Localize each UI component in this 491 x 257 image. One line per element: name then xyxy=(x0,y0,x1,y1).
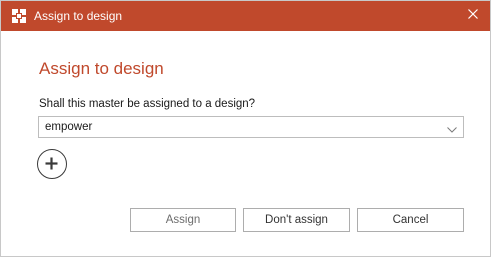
design-select-value: empower xyxy=(45,121,93,133)
design-select[interactable]: empower xyxy=(38,116,464,138)
plus-icon xyxy=(45,157,58,170)
cancel-button[interactable]: Cancel xyxy=(357,208,464,232)
window-title: Assign to design xyxy=(34,9,123,23)
chevron-down-icon xyxy=(446,122,458,133)
dont-assign-button[interactable]: Don't assign xyxy=(243,208,350,232)
assign-button[interactable]: Assign xyxy=(130,208,236,232)
title-bar: Assign to design xyxy=(1,1,490,31)
close-icon xyxy=(467,7,479,25)
assign-question-label: Shall this master be assigned to a desig… xyxy=(39,98,256,110)
assign-to-design-dialog: Assign to design Assign to design Shall … xyxy=(0,0,491,257)
add-design-button[interactable] xyxy=(37,149,67,179)
close-button[interactable] xyxy=(456,1,490,31)
app-logo-icon xyxy=(11,8,27,24)
dialog-heading: Assign to design xyxy=(39,59,164,78)
